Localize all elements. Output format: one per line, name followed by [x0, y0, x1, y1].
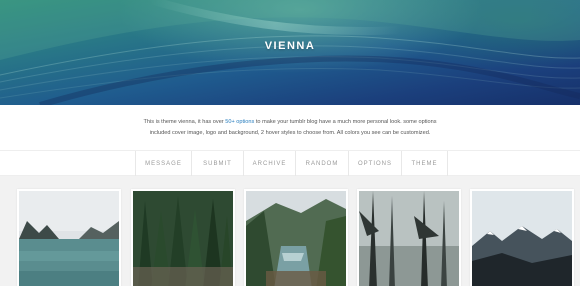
- nav-item-submit[interactable]: Submit: [191, 151, 243, 176]
- pine-forest-icon: [133, 191, 233, 286]
- photo-post[interactable]: [131, 189, 235, 286]
- description-line-2: included cover image, logo and backgroun…: [149, 130, 431, 136]
- snowy-mountains-icon: [472, 191, 572, 286]
- nav-item-archive[interactable]: Archive: [243, 151, 295, 176]
- navigation-bar: Message Submit Archive Random Options Th…: [0, 150, 580, 176]
- photo-post[interactable]: [17, 189, 121, 286]
- photo-post[interactable]: [244, 189, 348, 286]
- posts-grid: [0, 176, 580, 286]
- nav-item-message[interactable]: Message: [135, 151, 191, 176]
- wave-texture: [0, 0, 580, 105]
- options-link[interactable]: 50+ options: [225, 119, 254, 125]
- misty-trees-icon: [359, 191, 459, 286]
- mountain-lake-icon: [19, 191, 119, 286]
- nav-item-random[interactable]: Random: [295, 151, 348, 176]
- forest-stream-icon: [246, 191, 346, 286]
- cover-image: VIENNA: [0, 0, 580, 105]
- photo-post[interactable]: [357, 189, 461, 286]
- description-text: This is theme vienna, it has over: [143, 119, 226, 125]
- nav-item-theme[interactable]: Theme: [401, 151, 448, 176]
- nav-item-options[interactable]: Options: [348, 151, 401, 176]
- blog-description: This is theme vienna, it has over 50+ op…: [0, 105, 580, 150]
- description-text-end: to make your tumblr blog have a much mor…: [254, 119, 437, 125]
- photo-post[interactable]: [470, 189, 574, 286]
- blog-title[interactable]: VIENNA: [0, 40, 580, 52]
